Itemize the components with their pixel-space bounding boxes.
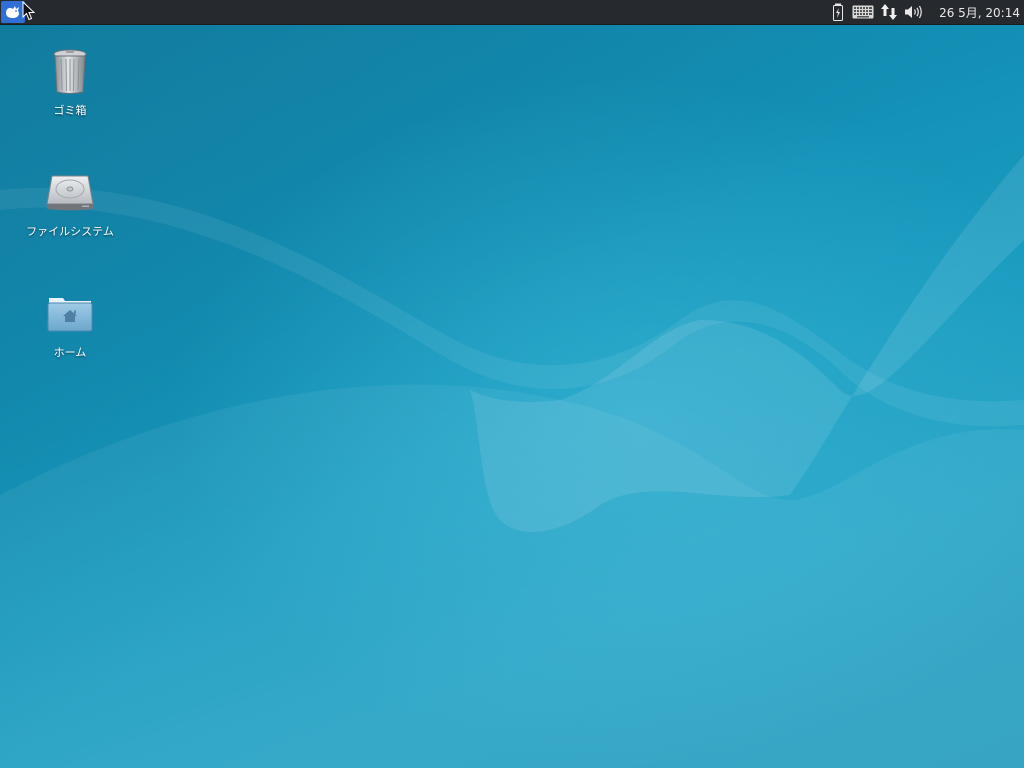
home-folder-icon <box>46 290 94 338</box>
network-icon[interactable] <box>877 0 901 24</box>
desktop[interactable]: 26 5月, 20:14 ゴミ箱 ファイルシステム ホーム <box>0 0 1024 768</box>
system-tray: 26 5月, 20:14 <box>827 0 1024 24</box>
desktop-icon-label: ゴミ箱 <box>53 104 87 117</box>
clock[interactable]: 26 5月, 20:14 <box>927 4 1024 21</box>
drive-icon <box>46 169 94 217</box>
xfce-mouse-icon <box>6 6 19 18</box>
desktop-icon-trash[interactable]: ゴミ箱 <box>22 48 118 118</box>
wallpaper <box>0 0 1024 768</box>
keyboard-icon[interactable] <box>849 0 877 24</box>
volume-icon[interactable] <box>901 0 927 24</box>
desktop-icon-label: ファイルシステム <box>26 225 114 238</box>
top-panel: 26 5月, 20:14 <box>0 0 1024 25</box>
trash-icon <box>46 48 94 96</box>
mouse-cursor-icon <box>22 1 36 21</box>
battery-icon[interactable] <box>827 0 849 24</box>
desktop-icon-label: ホーム <box>53 346 87 359</box>
desktop-icon-filesystem[interactable]: ファイルシステム <box>22 169 118 239</box>
desktop-icon-home[interactable]: ホーム <box>22 290 118 360</box>
